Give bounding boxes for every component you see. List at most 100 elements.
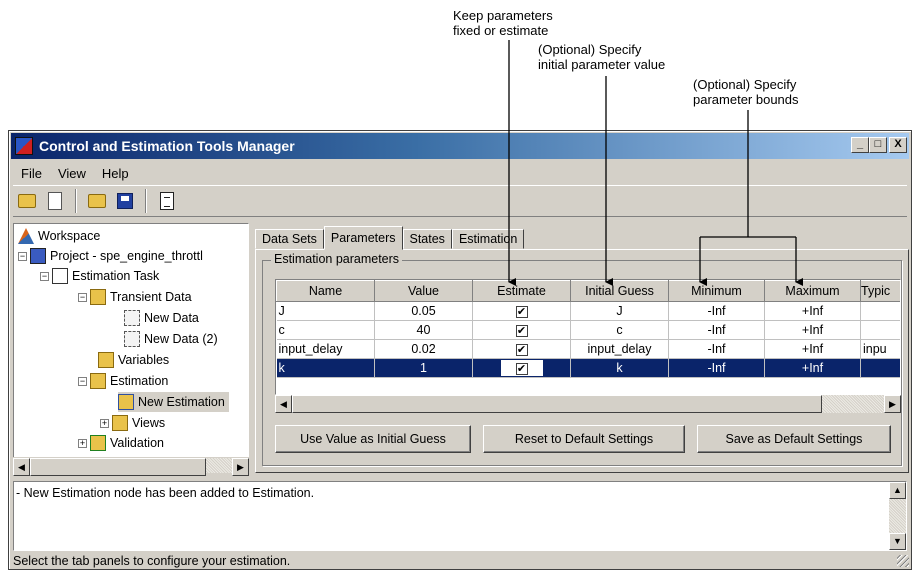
title-bar[interactable]: Control and Estimation Tools Manager _ □… bbox=[11, 133, 909, 159]
cell-initial-guess[interactable]: c bbox=[570, 320, 669, 340]
project-tree[interactable]: Workspace − Project - spe_engine_throttl… bbox=[13, 223, 249, 473]
cell-maximum[interactable]: +Inf bbox=[764, 339, 861, 359]
column-header-maximum[interactable]: Maximum bbox=[764, 280, 861, 302]
message-area[interactable]: - New Estimation node has been added to … bbox=[13, 481, 907, 551]
close-button[interactable]: X bbox=[889, 137, 907, 153]
cell-value[interactable]: 40 bbox=[374, 320, 473, 340]
cell-estimate[interactable]: ✔ bbox=[472, 358, 571, 378]
open-folder-icon[interactable] bbox=[15, 189, 39, 213]
scroll-thumb[interactable] bbox=[292, 395, 822, 413]
tree-item-estimation-task[interactable]: − Estimation Task bbox=[40, 266, 159, 286]
cell-maximum[interactable]: +Inf bbox=[764, 358, 861, 378]
maximize-button[interactable]: □ bbox=[869, 137, 887, 153]
tab-data-sets[interactable]: Data Sets bbox=[255, 229, 324, 249]
tab-states[interactable]: States bbox=[402, 229, 452, 249]
cell-minimum[interactable]: -Inf bbox=[668, 339, 765, 359]
collapse-icon[interactable]: − bbox=[78, 292, 87, 302]
cell-initial-guess[interactable]: k bbox=[570, 358, 669, 378]
cell-estimate[interactable]: ✔ bbox=[472, 301, 571, 321]
save-as-default-settings-button[interactable]: Save as Default Settings bbox=[697, 425, 891, 453]
menu-file[interactable]: File bbox=[13, 166, 50, 181]
scroll-thumb[interactable] bbox=[30, 458, 206, 476]
tree-item-project[interactable]: − Project - spe_engine_throttl bbox=[18, 246, 203, 266]
menu-view[interactable]: View bbox=[50, 166, 94, 181]
cell-initial-guess[interactable]: input_delay bbox=[570, 339, 669, 359]
menu-help[interactable]: Help bbox=[94, 166, 137, 181]
column-header-estimate[interactable]: Estimate bbox=[472, 280, 571, 302]
scroll-down-icon[interactable]: ▼ bbox=[889, 533, 906, 550]
cell-value[interactable]: 1 bbox=[374, 358, 473, 378]
cell-typical[interactable]: inpu bbox=[860, 339, 900, 359]
message-vertical-scrollbar[interactable]: ▲ ▼ bbox=[889, 482, 906, 550]
table-horizontal-scrollbar[interactable]: ◀ ▶ bbox=[275, 395, 901, 413]
save-icon[interactable] bbox=[113, 189, 137, 213]
cell-value[interactable]: 0.02 bbox=[374, 339, 473, 359]
reset-to-default-settings-button[interactable]: Reset to Default Settings bbox=[483, 425, 685, 453]
cell-typical[interactable] bbox=[860, 301, 900, 321]
column-header-name[interactable]: Name bbox=[276, 280, 375, 302]
open-icon[interactable] bbox=[85, 189, 109, 213]
cell-typical[interactable] bbox=[860, 358, 900, 378]
column-header-typical[interactable]: Typic bbox=[860, 280, 900, 302]
table-row[interactable]: J 0.05 ✔ J -Inf +Inf bbox=[276, 301, 900, 321]
collapse-icon[interactable]: − bbox=[40, 271, 49, 281]
tab-estimation[interactable]: Estimation bbox=[451, 229, 525, 249]
cell-minimum[interactable]: -Inf bbox=[668, 358, 765, 378]
scroll-right-icon[interactable]: ▶ bbox=[232, 458, 249, 476]
collapse-icon[interactable]: − bbox=[18, 251, 27, 261]
parameters-table[interactable]: Name Value Estimate Initial Guess Minimu… bbox=[275, 279, 901, 395]
tree-item-transient-data[interactable]: − Transient Data bbox=[78, 287, 192, 307]
tree-item-estimation[interactable]: − Estimation bbox=[78, 371, 168, 391]
action-buttons: Use Value as Initial Guess Reset to Defa… bbox=[275, 425, 901, 455]
cell-typical[interactable] bbox=[860, 320, 900, 340]
tree-item-workspace[interactable]: Workspace bbox=[18, 226, 100, 246]
scroll-left-icon[interactable]: ◀ bbox=[13, 458, 30, 476]
tree-item-validation[interactable]: + Validation bbox=[78, 433, 164, 453]
tree-item-new-estimation[interactable]: New Estimation bbox=[118, 392, 229, 412]
cell-minimum[interactable]: -Inf bbox=[668, 320, 765, 340]
resize-grip-icon[interactable] bbox=[897, 555, 909, 567]
cell-initial-guess[interactable]: J bbox=[570, 301, 669, 321]
cell-maximum[interactable]: +Inf bbox=[764, 320, 861, 340]
estimate-checkbox[interactable]: ✔ bbox=[515, 306, 528, 318]
scroll-up-icon[interactable]: ▲ bbox=[889, 482, 906, 499]
collapse-icon[interactable]: − bbox=[78, 376, 87, 386]
estimation-icon bbox=[90, 373, 106, 389]
table-row[interactable]: input_delay 0.02 ✔ input_delay -Inf +Inf… bbox=[276, 339, 900, 359]
column-header-value[interactable]: Value bbox=[374, 280, 473, 302]
scroll-track[interactable] bbox=[822, 395, 884, 413]
estimate-checkbox[interactable]: ✔ bbox=[515, 363, 528, 375]
tree-horizontal-scrollbar[interactable]: ◀ ▶ bbox=[13, 457, 249, 476]
callout-estimate: Keep parameters fixed or estimate bbox=[453, 8, 553, 38]
cell-name[interactable]: input_delay bbox=[276, 339, 375, 359]
table-row[interactable]: c 40 ✔ c -Inf +Inf bbox=[276, 320, 900, 340]
minimize-button[interactable]: _ bbox=[851, 137, 869, 153]
cell-maximum[interactable]: +Inf bbox=[764, 301, 861, 321]
scroll-left-icon[interactable]: ◀ bbox=[275, 395, 292, 413]
cell-name[interactable]: J bbox=[276, 301, 375, 321]
estimate-checkbox[interactable]: ✔ bbox=[515, 325, 528, 337]
tree-item-new-data[interactable]: New Data bbox=[124, 308, 199, 328]
tree-item-views[interactable]: + Views bbox=[100, 413, 165, 433]
tree-item-new-data-2[interactable]: New Data (2) bbox=[124, 329, 218, 349]
estimate-checkbox[interactable]: ✔ bbox=[515, 344, 528, 356]
cell-name[interactable]: k bbox=[276, 358, 375, 378]
cell-estimate[interactable]: ✔ bbox=[472, 320, 571, 340]
cell-name[interactable]: c bbox=[276, 320, 375, 340]
new-document-icon[interactable] bbox=[43, 189, 67, 213]
tree-item-variables[interactable]: Variables bbox=[98, 350, 169, 370]
use-value-as-initial-guess-button[interactable]: Use Value as Initial Guess bbox=[275, 425, 471, 453]
column-header-initial-guess[interactable]: Initial Guess bbox=[570, 280, 669, 302]
clipboard-icon[interactable] bbox=[155, 189, 179, 213]
table-row-selected[interactable]: k 1 ✔ k -Inf +Inf bbox=[276, 358, 900, 378]
cell-value[interactable]: 0.05 bbox=[374, 301, 473, 321]
cell-minimum[interactable]: -Inf bbox=[668, 301, 765, 321]
expand-icon[interactable]: + bbox=[78, 438, 87, 448]
expand-icon[interactable]: + bbox=[100, 418, 109, 428]
cell-estimate[interactable]: ✔ bbox=[472, 339, 571, 359]
column-header-minimum[interactable]: Minimum bbox=[668, 280, 765, 302]
scroll-track[interactable] bbox=[206, 458, 232, 473]
tab-parameters[interactable]: Parameters bbox=[323, 226, 403, 250]
scroll-right-icon[interactable]: ▶ bbox=[884, 395, 901, 413]
tree-item-label: New Data (2) bbox=[144, 332, 218, 346]
